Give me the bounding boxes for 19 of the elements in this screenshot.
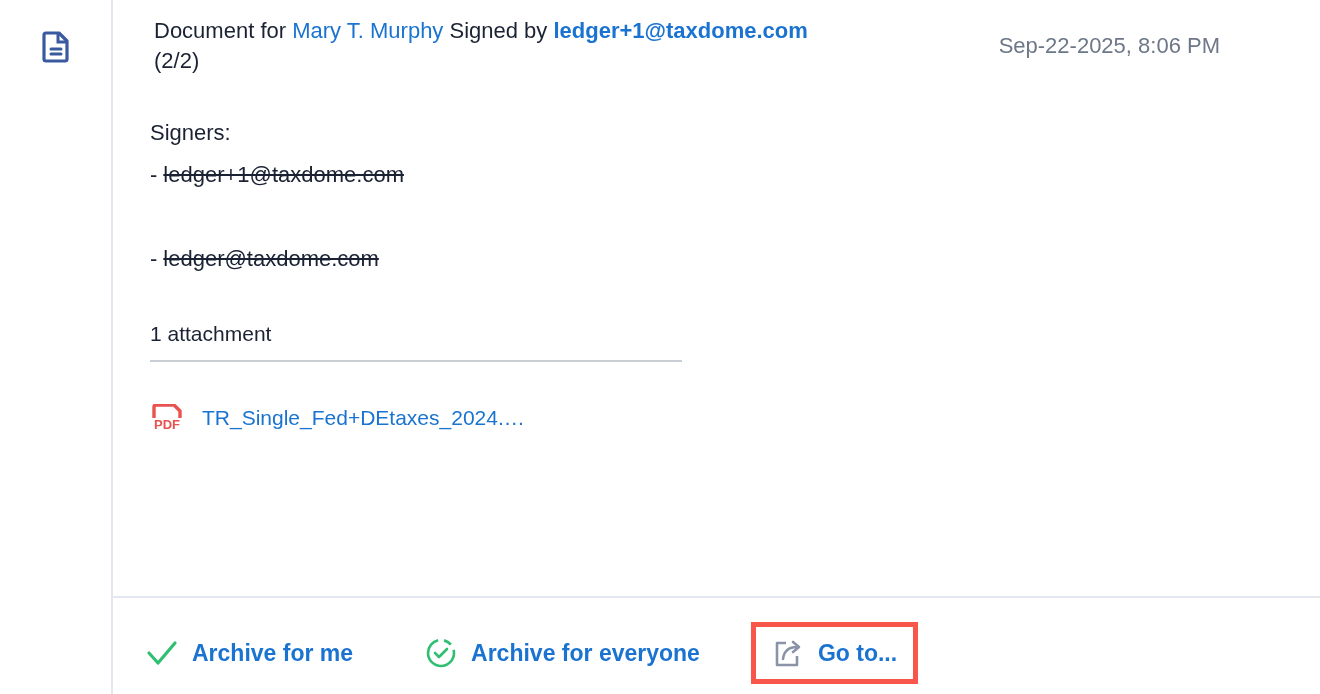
struck-email: ledger+1@taxdome.com (163, 161, 404, 189)
client-link[interactable]: Mary T. Murphy (292, 18, 444, 43)
highlighted-link[interactable]: Go to... (750, 622, 919, 684)
entry-text: Document for (154, 18, 287, 43)
entry-text: Signed by (449, 18, 548, 43)
action-link[interactable]: Archive for me (125, 624, 375, 682)
signers-label: Signers: (150, 119, 232, 147)
action-link[interactable]: Archive for everyone (404, 622, 721, 684)
dashed-check-circle-icon (425, 637, 458, 669)
signer-link[interactable]: ledger+1@taxdome.com (553, 18, 808, 43)
list-dash: - (150, 245, 158, 273)
timestamp: Sep-22-2025, 8:06 PM (998, 32, 1220, 60)
entry-count: (2/2) (154, 48, 200, 73)
check-icon (146, 640, 178, 666)
file-link[interactable]: TR_Single_Fed+DEtaxes_2024.… (202, 405, 525, 430)
struck-email: ledger@taxdome.com (163, 245, 379, 273)
list-dash: - (150, 161, 158, 189)
attachment-count: 1 attachment (150, 322, 682, 362)
document-icon (41, 31, 70, 63)
